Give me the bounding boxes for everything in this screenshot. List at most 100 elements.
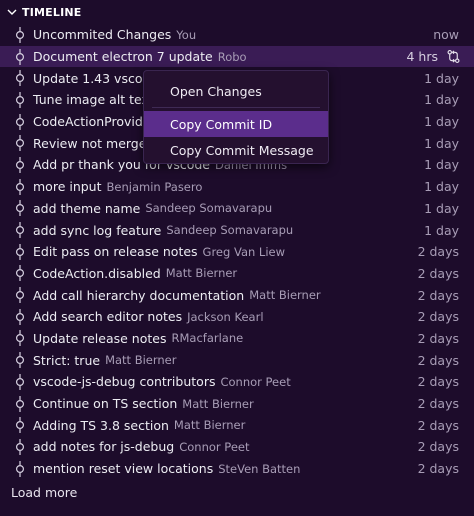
commit-message: Adding TS 3.8 section: [33, 417, 169, 433]
commit-author: Connor Peet: [220, 374, 291, 389]
git-commit-icon: [11, 220, 29, 241]
commit-author: Greg Van Liew: [202, 244, 286, 259]
commit-author: Benjamin Pasero: [106, 179, 203, 194]
commit-author: Matt Bierner: [182, 396, 254, 411]
commit-author: Matt Bierner: [249, 288, 321, 303]
commit-time: 1 day: [424, 179, 459, 195]
commit-message: Add call hierarchy documentation: [33, 287, 245, 303]
timeline-panel: TIMELINE Uncommited Changes You now Documen…: [0, 0, 474, 516]
commit-time: 1 day: [424, 92, 459, 108]
timeline-row[interactable]: add sync log feature Sandeep Somavarapu 1 …: [0, 219, 474, 241]
git-commit-icon: [11, 111, 29, 132]
git-commit-icon: [11, 154, 29, 175]
git-commit-icon: [11, 285, 29, 306]
compare-changes-icon[interactable]: [445, 49, 461, 65]
commit-time: 2 days: [417, 287, 459, 303]
commit-message: more input: [33, 179, 102, 195]
chevron-down-icon[interactable]: [4, 4, 20, 20]
git-commit-icon: [11, 393, 29, 414]
git-commit-icon: [11, 263, 29, 284]
timeline-row[interactable]: Adding TS 3.8 section Matt Bierner 2 days: [0, 414, 474, 436]
commit-time: 4 hrs: [406, 49, 438, 65]
commit-time: 1 day: [424, 200, 459, 216]
timeline-row[interactable]: Update release notes RMacfarlane 2 days: [0, 328, 474, 350]
timeline-row[interactable]: mention reset view locations SteVen Batte…: [0, 458, 474, 480]
git-commit-icon: [11, 46, 29, 67]
commit-time: 1 day: [424, 114, 459, 130]
timeline-row[interactable]: CodeAction.disabled Matt Bierner 2 days: [0, 263, 474, 285]
git-commit-icon: [11, 198, 29, 219]
commit-message: Strict: true: [33, 352, 101, 368]
git-commit-icon: [11, 133, 29, 154]
commit-time: 2 days: [417, 244, 459, 260]
commit-author: RMacfarlane: [171, 331, 244, 346]
timeline-row[interactable]: Add call hierarchy documentation Matt Bie…: [0, 284, 474, 306]
commit-time: 1 day: [424, 70, 459, 86]
commit-time: 2 days: [417, 461, 459, 477]
commit-author: Matt Bierner: [105, 353, 177, 368]
timeline-row[interactable]: Add search editor notes Jackson Kearl 2 da…: [0, 306, 474, 328]
commit-time: 2 days: [417, 374, 459, 390]
timeline-row[interactable]: Uncommited Changes You now: [0, 24, 474, 46]
commit-message: add theme name: [33, 200, 141, 216]
git-commit-icon: [11, 350, 29, 371]
menu-separator: [152, 107, 320, 108]
git-commit-icon: [11, 89, 29, 110]
timeline-title: TIMELINE: [22, 5, 82, 19]
timeline-row[interactable]: vscode-js-debug contributors Connor Peet 2…: [0, 371, 474, 393]
commit-time: 1 day: [424, 157, 459, 173]
commit-author: Jackson Kearl: [187, 309, 264, 324]
timeline-row[interactable]: add notes for js-debug Connor Peet 2 days: [0, 436, 474, 458]
commit-message: mention reset view locations: [33, 461, 214, 477]
commit-author: SteVen Batten: [218, 461, 301, 476]
commit-time: 2 days: [417, 417, 459, 433]
commit-time: now: [433, 27, 459, 43]
commit-message: Edit pass on release notes: [33, 244, 198, 260]
load-more-link[interactable]: Load more: [11, 485, 77, 500]
commit-time: 2 days: [417, 439, 459, 455]
commit-time: 1 day: [424, 222, 459, 238]
git-commit-icon: [11, 176, 29, 197]
commit-message: Update release notes: [33, 330, 167, 346]
commit-message: CodeAction.disabled: [33, 265, 161, 281]
menu-item-copy-commit-message[interactable]: Copy Commit Message: [144, 137, 328, 163]
commit-message: CodeActionProvide: [33, 114, 151, 130]
commit-message: add sync log feature: [33, 222, 162, 238]
commit-time: 2 days: [417, 309, 459, 325]
git-commit-icon: [11, 415, 29, 436]
commit-author: Matt Bierner: [165, 266, 238, 281]
commit-time: 2 days: [417, 352, 459, 368]
timeline-header[interactable]: TIMELINE: [0, 0, 474, 24]
commit-message: Uncommited Changes: [33, 27, 172, 43]
commit-message: add notes for js-debug: [33, 439, 175, 455]
commit-message: vscode-js-debug contributors: [33, 374, 216, 390]
commit-message: Update 1.43 vscode: [33, 70, 159, 86]
commit-time: 2 days: [417, 265, 459, 281]
timeline-row[interactable]: add theme name Sandeep Somavarapu 1 day: [0, 198, 474, 220]
git-commit-icon: [11, 458, 29, 479]
menu-item-open-changes[interactable]: Open Changes: [144, 78, 328, 104]
commit-message: Tune image alt text: [33, 92, 154, 108]
context-menu: Open Changes Copy Commit ID Copy Commit …: [143, 70, 329, 164]
commit-author: Sandeep Somavarapu: [145, 201, 273, 216]
commit-author: Sandeep Somavarapu: [166, 223, 294, 238]
timeline-row[interactable]: Strict: true Matt Bierner 2 days: [0, 349, 474, 371]
timeline-row[interactable]: Continue on TS section Matt Bierner 2 days: [0, 393, 474, 415]
commit-author: You: [176, 27, 197, 42]
git-commit-icon: [11, 306, 29, 327]
git-commit-icon: [11, 371, 29, 392]
commit-message: Review not merged: [33, 135, 155, 151]
commit-author: Robo: [217, 49, 247, 64]
git-commit-icon: [11, 24, 29, 45]
git-commit-icon: [11, 328, 29, 349]
commit-message: Add search editor notes: [33, 309, 183, 325]
commit-message: Continue on TS section: [33, 396, 178, 412]
timeline-row[interactable]: Document electron 7 update Robo 4 hrs: [0, 45, 474, 68]
commit-message: Document electron 7 update: [33, 49, 213, 65]
git-commit-icon: [11, 436, 29, 457]
timeline-row[interactable]: Edit pass on release notes Greg Van Liew 2…: [0, 241, 474, 263]
timeline-row[interactable]: more input Benjamin Pasero 1 day: [0, 176, 474, 198]
git-commit-icon: [11, 241, 29, 262]
git-commit-icon: [11, 68, 29, 89]
menu-item-copy-commit-id[interactable]: Copy Commit ID: [144, 111, 328, 137]
